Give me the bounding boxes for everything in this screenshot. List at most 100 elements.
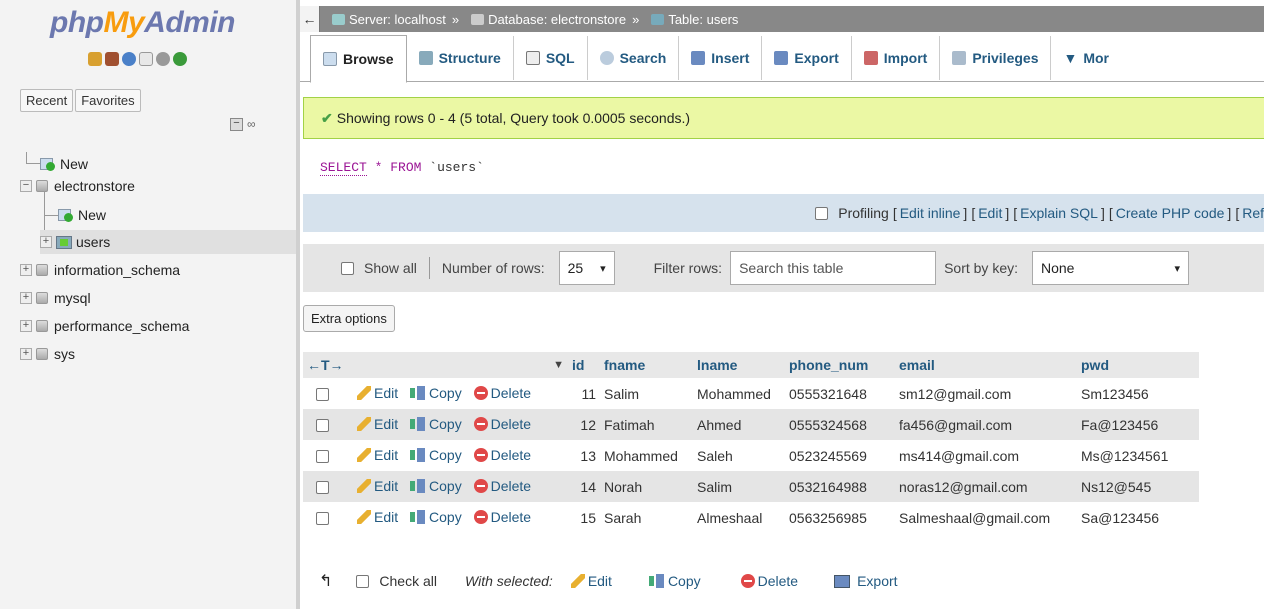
- row-checkbox[interactable]: [316, 512, 329, 526]
- cell-pwd[interactable]: Ns12@545: [1077, 471, 1199, 502]
- docs-icon[interactable]: [139, 52, 153, 66]
- expand-icon[interactable]: +: [20, 348, 32, 360]
- edit-button[interactable]: Edit: [357, 478, 398, 494]
- cell-phone-num[interactable]: 0563256985: [785, 502, 895, 533]
- cell-id[interactable]: 12: [568, 409, 600, 440]
- tab-insert[interactable]: Insert: [679, 35, 763, 80]
- cell-email[interactable]: noras12@gmail.com: [895, 471, 1077, 502]
- expand-icon[interactable]: +: [40, 236, 52, 248]
- gear-icon[interactable]: [156, 52, 170, 66]
- cell-fname[interactable]: Salim: [600, 378, 693, 409]
- cell-lname[interactable]: Ahmed: [693, 409, 785, 440]
- copy-button[interactable]: Copy: [410, 385, 462, 401]
- column-header-lname[interactable]: lname: [693, 352, 785, 378]
- table-row[interactable]: Edit Copy Delete 13 Mohammed Saleh 05232…: [303, 440, 1199, 471]
- cell-pwd[interactable]: Sm123456: [1077, 378, 1199, 409]
- cell-fname[interactable]: Mohammed: [600, 440, 693, 471]
- cell-pwd[interactable]: Fa@123456: [1077, 409, 1199, 440]
- column-header-id[interactable]: id: [568, 352, 600, 378]
- create-php-code-link[interactable]: Create PHP code: [1116, 205, 1225, 221]
- phpmyadmin-logo[interactable]: phpMyAdmin: [50, 6, 235, 40]
- table-row[interactable]: Edit Copy Delete 12 Fatimah Ahmed 055532…: [303, 409, 1199, 440]
- breadcrumb-table[interactable]: Table: users: [651, 12, 738, 27]
- delete-button[interactable]: Delete: [473, 385, 531, 401]
- copy-button[interactable]: Copy: [410, 416, 462, 432]
- column-header-fname[interactable]: fname: [600, 352, 693, 378]
- table-row[interactable]: Edit Copy Delete 15 Sarah Almeshaal 0563…: [303, 502, 1199, 533]
- tab-search[interactable]: Search: [588, 35, 680, 80]
- copy-button[interactable]: Copy: [410, 447, 462, 463]
- cell-id[interactable]: 14: [568, 471, 600, 502]
- sort-select[interactable]: None ▾: [1032, 251, 1189, 285]
- refresh-link[interactable]: Ref: [1242, 205, 1264, 221]
- bulk-edit-button[interactable]: Edit: [570, 573, 612, 589]
- cell-id[interactable]: 11: [568, 378, 600, 409]
- tree-item-mysql[interactable]: + mysql: [20, 286, 91, 310]
- cell-fname[interactable]: Fatimah: [600, 409, 693, 440]
- column-header-pwd[interactable]: pwd: [1077, 352, 1199, 378]
- tree-item-users[interactable]: + users: [40, 230, 296, 254]
- tab-privileges[interactable]: Privileges: [940, 35, 1052, 80]
- cell-fname[interactable]: Sarah: [600, 502, 693, 533]
- cell-pwd[interactable]: Sa@123456: [1077, 502, 1199, 533]
- tree-item-new-table[interactable]: New: [44, 203, 106, 227]
- tree-item-sys[interactable]: + sys: [20, 342, 75, 366]
- check-all-checkbox[interactable]: [356, 574, 370, 588]
- bulk-delete-button[interactable]: Delete: [740, 573, 798, 589]
- table-row[interactable]: Edit Copy Delete 11 Salim Mohammed 05553…: [303, 378, 1199, 409]
- tree-item-information-schema[interactable]: + information_schema: [20, 258, 180, 282]
- collapse-all-icon[interactable]: −: [230, 117, 243, 131]
- delete-button[interactable]: Delete: [473, 416, 531, 432]
- column-arrows[interactable]: ←T→: [303, 352, 353, 378]
- expand-icon[interactable]: +: [20, 292, 32, 304]
- logout-icon[interactable]: [105, 52, 119, 66]
- rows-select[interactable]: 25 ▾: [558, 251, 615, 285]
- cell-pwd[interactable]: Ms@1234561: [1077, 440, 1199, 471]
- cell-email[interactable]: sm12@gmail.com: [895, 378, 1077, 409]
- tab-import[interactable]: Import: [852, 35, 941, 80]
- back-arrow-icon[interactable]: ←: [300, 6, 320, 32]
- bulk-copy-button[interactable]: Copy: [648, 573, 701, 589]
- sql-keyword[interactable]: SELECT: [320, 160, 367, 176]
- cell-id[interactable]: 15: [568, 502, 600, 533]
- cell-email[interactable]: fa456@gmail.com: [895, 409, 1077, 440]
- edit-button[interactable]: Edit: [357, 509, 398, 525]
- tab-sql[interactable]: SQL: [514, 35, 588, 80]
- row-checkbox[interactable]: [316, 450, 329, 464]
- help-icon[interactable]: [122, 52, 136, 66]
- tree-item-new[interactable]: New: [26, 152, 88, 176]
- edit-inline-link[interactable]: Edit inline: [900, 205, 961, 221]
- tab-structure[interactable]: Structure: [407, 35, 514, 80]
- cell-lname[interactable]: Mohammed: [693, 378, 785, 409]
- tree-item-electronstore[interactable]: − electronstore: [20, 174, 135, 198]
- cell-phone-num[interactable]: 0523245569: [785, 440, 895, 471]
- edit-button[interactable]: Edit: [357, 447, 398, 463]
- row-checkbox[interactable]: [316, 481, 329, 495]
- show-all-checkbox[interactable]: [341, 261, 354, 275]
- delete-button[interactable]: Delete: [473, 447, 531, 463]
- copy-button[interactable]: Copy: [410, 478, 462, 494]
- collapse-icon[interactable]: −: [20, 180, 32, 192]
- cell-id[interactable]: 13: [568, 440, 600, 471]
- cell-phone-num[interactable]: 0555324568: [785, 409, 895, 440]
- extra-options-button[interactable]: Extra options: [303, 305, 395, 332]
- expand-icon[interactable]: +: [20, 264, 32, 276]
- column-header-phone-num[interactable]: phone_num: [785, 352, 895, 378]
- cell-lname[interactable]: Almeshaal: [693, 502, 785, 533]
- home-icon[interactable]: [88, 52, 102, 66]
- expand-icon[interactable]: +: [20, 320, 32, 332]
- recent-tab[interactable]: Recent: [20, 89, 74, 112]
- link-with-main-icon[interactable]: ∞: [247, 117, 256, 131]
- cell-phone-num[interactable]: 0532164988: [785, 471, 895, 502]
- copy-button[interactable]: Copy: [410, 509, 462, 525]
- reload-icon[interactable]: [173, 52, 187, 66]
- cell-lname[interactable]: Saleh: [693, 440, 785, 471]
- row-checkbox[interactable]: [316, 388, 329, 402]
- table-row[interactable]: Edit Copy Delete 14 Norah Salim 05321649…: [303, 471, 1199, 502]
- cell-email[interactable]: ms414@gmail.com: [895, 440, 1077, 471]
- edit-link[interactable]: Edit: [978, 205, 1002, 221]
- cell-lname[interactable]: Salim: [693, 471, 785, 502]
- sql-query-display[interactable]: SELECT * FROM `users`: [320, 160, 484, 176]
- tab-browse[interactable]: Browse: [310, 34, 407, 83]
- row-checkbox[interactable]: [316, 419, 329, 433]
